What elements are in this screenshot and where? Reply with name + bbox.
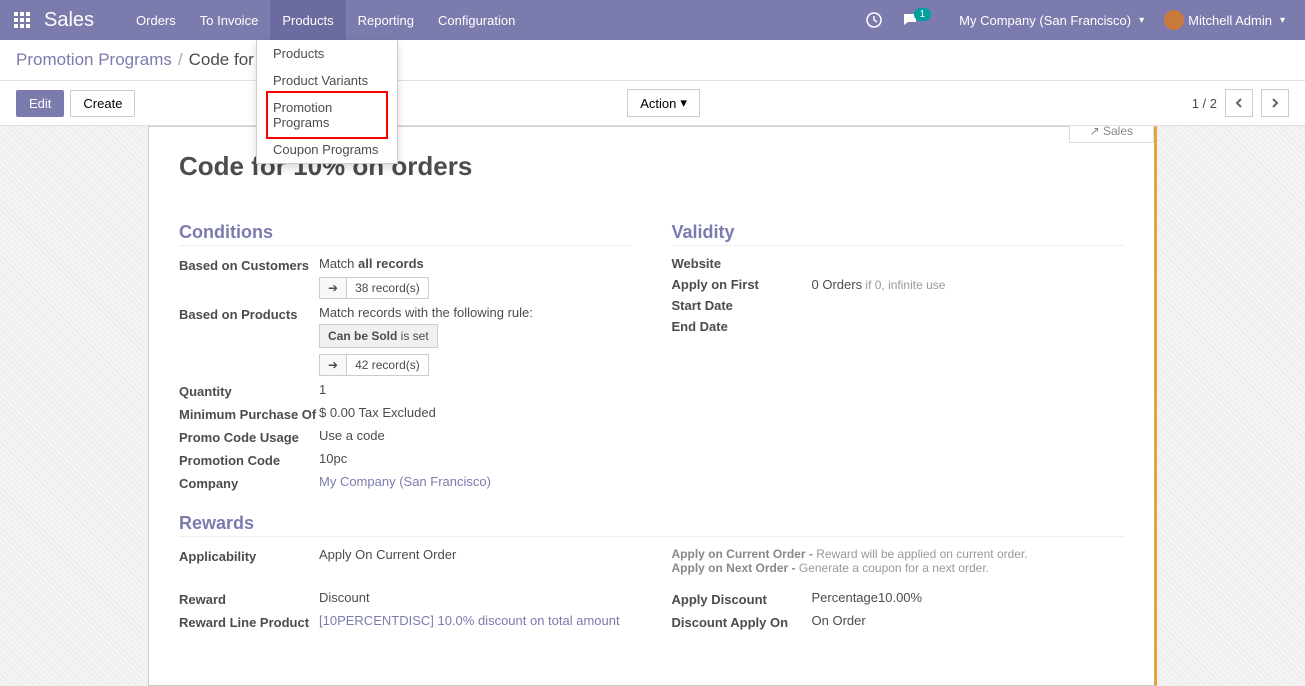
breadcrumb: Promotion Programs / Code for 10... — [16, 50, 292, 70]
reward-label: Reward — [179, 590, 319, 607]
based-on-products-label: Based on Products — [179, 305, 319, 322]
dropdown-products[interactable]: Products — [257, 40, 397, 67]
records-count-42[interactable]: 42 record(s) — [347, 354, 429, 376]
chat-badge: 1 — [914, 8, 932, 21]
company-label: Company — [179, 474, 319, 491]
dropdown-product-variants[interactable]: Product Variants — [257, 67, 397, 94]
pager-next[interactable] — [1261, 89, 1289, 117]
chevron-down-icon: ▾ — [680, 95, 687, 111]
rewards-heading: Rewards — [179, 513, 1124, 537]
min-purchase-value: $ 0.00 Tax Excluded — [319, 405, 632, 420]
domain-rule: Can be Sold is set — [319, 324, 438, 348]
apply-first-label: Apply on First — [672, 277, 812, 292]
min-purchase-label: Minimum Purchase Of — [179, 405, 319, 422]
nav-products[interactable]: Products — [270, 0, 345, 40]
form-sheet: ↗ Sales Code for 10% on orders Condition… — [148, 126, 1157, 686]
validity-heading: Validity — [672, 222, 1125, 246]
reward-line-label: Reward Line Product — [179, 613, 319, 630]
app-brand[interactable]: Sales — [44, 9, 94, 32]
breadcrumb-bar: Promotion Programs / Code for 10... — [0, 40, 1305, 81]
pager: 1 / 2 — [1192, 89, 1289, 117]
edit-button[interactable]: Edit — [16, 90, 64, 117]
promo-usage-value: Use a code — [319, 428, 632, 443]
reward-line-link[interactable]: [10PERCENTDISC] 10.0% discount on total … — [319, 613, 632, 628]
reward-value: Discount — [319, 590, 632, 605]
arrow-icon[interactable]: ➔ — [319, 277, 347, 299]
messaging-icon[interactable]: 1 — [892, 12, 950, 28]
arrow-icon[interactable]: ➔ — [319, 354, 347, 376]
apps-icon[interactable] — [10, 8, 34, 32]
promo-code-label: Promotion Code — [179, 451, 319, 468]
apply-discount-label: Apply Discount — [672, 590, 812, 607]
start-date-label: Start Date — [672, 298, 812, 313]
form-content: ↗ Sales Code for 10% on orders Condition… — [0, 126, 1305, 686]
pager-text: 1 / 2 — [1192, 96, 1217, 111]
activities-icon[interactable] — [856, 12, 892, 28]
discount-apply-on-label: Discount Apply On — [672, 613, 812, 630]
apply-discount-value: Percentage10.00% — [812, 590, 1125, 605]
match-rule-text: Match records with the following rule: — [319, 305, 533, 320]
products-dropdown: Products Product Variants Promotion Prog… — [256, 40, 398, 164]
help-next: Apply on Next Order - Generate a coupon … — [672, 561, 1125, 575]
dropdown-coupon-programs[interactable]: Coupon Programs — [257, 136, 397, 163]
company-link[interactable]: My Company (San Francisco) — [319, 474, 632, 489]
based-on-customers-label: Based on Customers — [179, 256, 319, 273]
nav-reporting[interactable]: Reporting — [346, 0, 426, 40]
smart-button-sales[interactable]: ↗ Sales — [1069, 126, 1154, 143]
chevron-down-icon: ▾ — [1280, 15, 1285, 26]
nav-to-invoice[interactable]: To Invoice — [188, 0, 271, 40]
avatar — [1164, 10, 1184, 30]
control-panel: Edit Create Action▾ 1 / 2 — [0, 81, 1305, 126]
promo-usage-label: Promo Code Usage — [179, 428, 319, 445]
help-current: Apply on Current Order - Reward will be … — [672, 547, 1125, 561]
user-menu[interactable]: Mitchell Admin▾ — [1154, 10, 1295, 30]
promo-code-value: 10pc — [319, 451, 632, 466]
pager-prev[interactable] — [1225, 89, 1253, 117]
company-switcher[interactable]: My Company (San Francisco)▾ — [949, 13, 1154, 28]
end-date-label: End Date — [672, 319, 812, 334]
create-button[interactable]: Create — [70, 90, 135, 117]
applicability-value: Apply On Current Order — [319, 547, 632, 562]
quantity-value: 1 — [319, 382, 632, 397]
top-navbar: Sales Orders To Invoice Products Reporti… — [0, 0, 1305, 40]
dropdown-promotion-programs[interactable]: Promotion Programs — [257, 94, 397, 136]
nav-configuration[interactable]: Configuration — [426, 0, 527, 40]
applicability-label: Applicability — [179, 547, 319, 564]
discount-apply-on-value: On Order — [812, 613, 1125, 628]
action-button[interactable]: Action▾ — [627, 89, 700, 117]
chevron-down-icon: ▾ — [1139, 15, 1144, 26]
records-count-38[interactable]: 38 record(s) — [347, 277, 429, 299]
conditions-heading: Conditions — [179, 222, 632, 246]
nav-orders[interactable]: Orders — [124, 0, 188, 40]
website-label: Website — [672, 256, 812, 271]
quantity-label: Quantity — [179, 382, 319, 399]
breadcrumb-parent[interactable]: Promotion Programs — [16, 50, 172, 70]
